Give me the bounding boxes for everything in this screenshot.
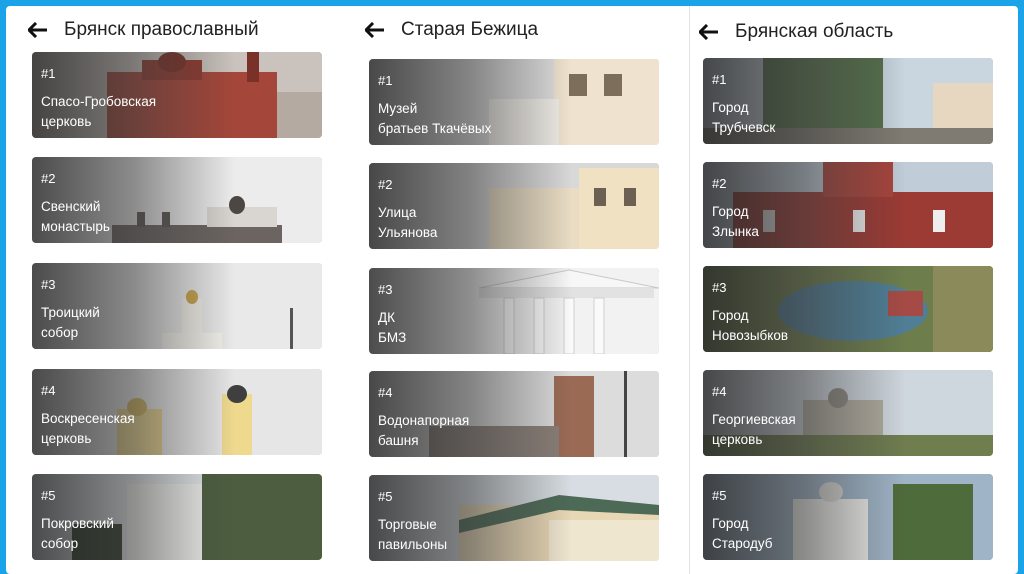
card-name: Воскресенская церковь	[41, 411, 135, 446]
card-number: #3	[712, 280, 727, 295]
card-name: Музей братьев Ткачёвых	[378, 101, 492, 136]
card-number: #4	[41, 383, 56, 398]
card-ulyanova-street[interactable]: #2 Улица Ульянова	[369, 163, 659, 249]
card-novozybkov[interactable]: #3 Город Новозыбков	[703, 266, 993, 352]
card-number: #1	[41, 66, 56, 81]
card-georgievskaya[interactable]: #4 Георгиевская церковь	[703, 370, 993, 456]
card-name: ДК БМЗ	[378, 310, 407, 345]
card-water-tower[interactable]: #4 Водонапорная башня	[369, 371, 659, 457]
card-spaso-grobovskaya[interactable]: #1 Спасо-Гробовская церковь	[32, 52, 322, 138]
arrow-left-icon[interactable]	[699, 24, 719, 40]
arrow-left-icon[interactable]	[28, 22, 48, 38]
column-old-bezhitsa: Старая Бежица #1 Музей братьев Ткачёвых	[343, 6, 683, 574]
card-name: Город Новозыбков	[712, 308, 788, 343]
card-name: Свенский монастырь	[41, 199, 110, 234]
card-name: Покровский собор	[41, 516, 114, 551]
card-svensky-monastery[interactable]: #2 Свенский монастырь	[32, 157, 322, 243]
card-name: Город Трубчевск	[712, 100, 776, 135]
card-pokrovsky-sobor[interactable]: #5 Покровский собор	[32, 474, 322, 560]
arrow-left-icon[interactable]	[365, 22, 385, 38]
card-number: #1	[378, 73, 393, 88]
column-title: Старая Бежица	[401, 19, 539, 40]
card-number: #2	[41, 171, 56, 186]
card-name: Водонапорная башня	[378, 413, 470, 448]
card-name: Троицкий собор	[41, 305, 100, 340]
card-number: #2	[712, 176, 727, 191]
card-trade-pavilions[interactable]: #5 Торговые павильоны	[369, 475, 659, 561]
card-name: Спасо-Гробовская церковь	[41, 94, 157, 129]
card-name: Город Злынка	[712, 204, 759, 239]
column-title: Брянск православный	[64, 19, 259, 40]
column-header[interactable]: Брянская область	[699, 18, 893, 46]
card-zlynka[interactable]: #2 Город Злынка	[703, 162, 993, 248]
card-starodub[interactable]: #5 Город Стародуб	[703, 474, 993, 560]
card-tkachev-museum[interactable]: #1 Музей братьев Ткачёвых	[369, 59, 659, 145]
card-name: Улица Ульянова	[378, 205, 438, 240]
card-name: Георгиевская церковь	[712, 412, 796, 447]
card-number: #4	[378, 385, 393, 400]
card-number: #3	[378, 282, 393, 297]
card-troitsky-sobor[interactable]: #3 Троицкий собор	[32, 263, 322, 349]
column-bryansk-orthodox: Брянск православный #1 Спасо-Гробовская …	[6, 6, 346, 574]
card-dk-bmz[interactable]: #3 ДК БМЗ	[369, 268, 659, 354]
card-number: #5	[41, 488, 56, 503]
card-number: #5	[712, 488, 727, 503]
column-header[interactable]: Старая Бежица	[365, 16, 538, 44]
card-trubchevsk[interactable]: #1 Город Трубчевск	[703, 58, 993, 144]
card-number: #2	[378, 177, 393, 192]
card-number: #3	[41, 277, 56, 292]
card-voskresenskaya[interactable]: #4 Воскресенская церковь	[32, 369, 322, 455]
card-number: #1	[712, 72, 727, 87]
card-number: #5	[378, 489, 393, 504]
column-bryansk-region: Брянская область #1 Город Трубчевск #2 Г…	[677, 6, 1018, 574]
column-title: Брянская область	[735, 21, 894, 42]
main-frame: Брянск православный #1 Спасо-Гробовская …	[6, 6, 1018, 574]
card-name: Город Стародуб	[712, 516, 773, 551]
card-number: #4	[712, 384, 727, 399]
card-name: Торговые павильоны	[378, 517, 448, 552]
column-header[interactable]: Брянск православный	[28, 16, 259, 44]
